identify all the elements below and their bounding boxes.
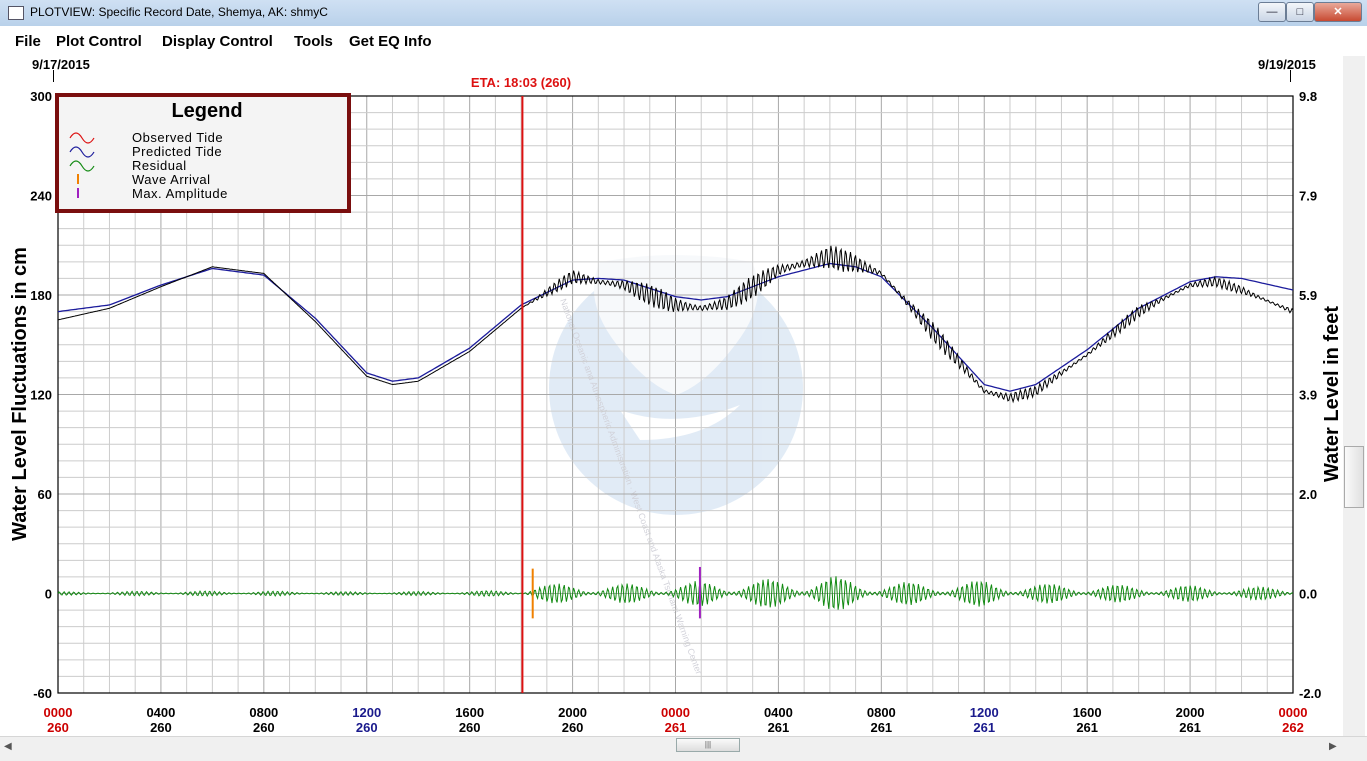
x-tick-time: 1200: [970, 705, 999, 720]
tide-chart: National Oceanic and Atmospheric Adminis…: [9, 75, 1343, 735]
x-tick-day: 260: [459, 720, 481, 735]
legend: Legend Observed TidePredicted TideResidu…: [55, 93, 351, 213]
x-tick-day: 260: [150, 720, 172, 735]
x-tick-time: 2000: [558, 705, 587, 720]
y-tick-label-right: 9.8: [1299, 89, 1317, 104]
x-tick-time: 1200: [352, 705, 381, 720]
y-tick-label-right: 5.9: [1299, 288, 1317, 303]
right-axis-ticks: 9.8 7.9 5.9 3.9 2.0 0.0 -2.0: [1299, 89, 1321, 701]
legend-entry-label: Wave Arrival: [132, 172, 210, 187]
x-tick-time: 1600: [455, 705, 484, 720]
x-axis-ticks: 0000260040026008002601200260160026020002…: [44, 705, 1308, 735]
x-tick-time: 0400: [764, 705, 793, 720]
scroll-right-arrow-icon[interactable]: ▶: [1329, 741, 1337, 752]
x-tick-day: 260: [562, 720, 584, 735]
x-tick-day: 260: [47, 720, 69, 735]
x-tick-time: 0800: [867, 705, 896, 720]
left-axis-title: Water Level Fluctuations in cm: [9, 247, 31, 541]
left-axis-ticks: 300 240 180 120 60 0 -60: [30, 89, 52, 701]
y-tick-label-right: -2.0: [1299, 686, 1321, 701]
y-tick-label-left: 240: [30, 189, 52, 204]
x-tick-time: 2000: [1176, 705, 1205, 720]
x-tick-time: 1600: [1073, 705, 1102, 720]
x-tick-day: 261: [1076, 720, 1098, 735]
vertical-scroll-thumb[interactable]: [1344, 446, 1364, 508]
x-tick-time: 0800: [249, 705, 278, 720]
x-tick-day: 261: [768, 720, 790, 735]
y-tick-label-right: 7.9: [1299, 189, 1317, 204]
x-tick-time: 0000: [661, 705, 690, 720]
x-tick-day: 260: [253, 720, 275, 735]
scroll-left-arrow-icon[interactable]: ◀: [4, 741, 12, 752]
x-tick-day: 261: [665, 720, 687, 735]
y-tick-label-left: 300: [30, 89, 52, 104]
y-tick-label-left: 60: [38, 487, 52, 502]
y-tick-label-left: 180: [30, 288, 52, 303]
x-tick-day: 261: [1179, 720, 1201, 735]
horizontal-scroll-thumb[interactable]: |||: [676, 738, 740, 752]
legend-entry-label: Observed Tide: [132, 130, 223, 145]
legend-entry-label: Residual: [132, 158, 187, 173]
x-tick-day: 262: [1282, 720, 1304, 735]
x-tick-time: 0400: [146, 705, 175, 720]
x-tick-time: 0000: [1279, 705, 1308, 720]
y-tick-label-left: 0: [45, 587, 52, 602]
right-axis-title: Water Level in feet: [1321, 306, 1343, 482]
y-tick-label-right: 2.0: [1299, 487, 1317, 502]
legend-title: Legend: [171, 100, 242, 122]
eta-label: ETA: 18:03 (260): [471, 75, 571, 90]
x-tick-day: 260: [356, 720, 378, 735]
y-tick-label-right: 0.0: [1299, 587, 1317, 602]
legend-entry-label: Predicted Tide: [132, 144, 222, 159]
legend-entry-label: Max. Amplitude: [132, 186, 228, 201]
y-tick-label-right: 3.9: [1299, 388, 1317, 403]
x-tick-day: 261: [973, 720, 995, 735]
y-tick-label-left: -60: [33, 686, 52, 701]
vertical-scrollbar[interactable]: [1343, 56, 1365, 736]
x-tick-time: 0000: [44, 705, 73, 720]
x-tick-day: 261: [870, 720, 892, 735]
y-tick-label-left: 120: [30, 388, 52, 403]
